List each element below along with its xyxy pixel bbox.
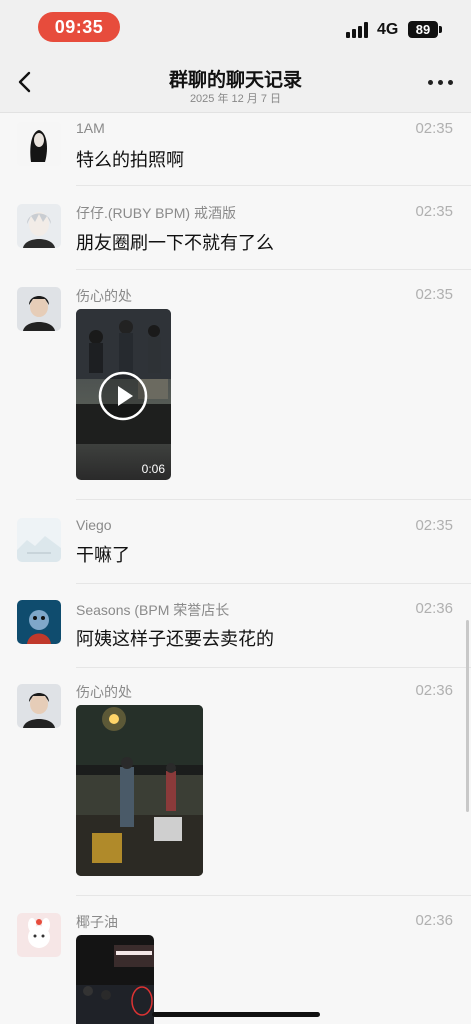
status-bar: 09:35 4G 89 [0,0,471,56]
image-thumbnail[interactable] [76,705,203,876]
message-time: 02:36 [415,912,453,929]
sender-name: Viego [76,517,112,533]
sender-name: 1AM [76,120,105,136]
avatar[interactable] [17,204,61,248]
message-item: Seasons (BPM 荣誉店长 02:36 阿姨这样子还要去卖花的 [0,584,471,668]
message-time: 02:35 [415,286,453,303]
sender-name: 仔仔.(RUBY BPM) 戒酒版 [76,205,236,221]
page-subtitle-date: 2025 年 12 月 7 日 [189,93,282,105]
avatar[interactable] [17,684,61,728]
image-thumbnail[interactable] [76,935,154,1024]
avatar[interactable] [17,122,61,166]
message-time: 02:35 [415,517,453,534]
message-time: 02:35 [415,203,453,220]
sender-name: 伤心的处 [76,288,132,304]
message-item: Viego 02:35 干嘛了 [0,500,471,584]
message-item: 伤心的处 02:35 0:06 [0,270,471,500]
video-thumbnail[interactable]: 0:06 [76,309,171,480]
cellular-signal-icon [346,22,370,38]
sender-name: 椰子油 [76,914,118,930]
message-text[interactable]: 阿姨这样子还要去卖花的 [76,625,274,651]
message-time: 02:36 [415,600,453,617]
nav-bar: 群聊的聊天记录 2025 年 12 月 7 日 [0,56,471,113]
avatar[interactable] [17,518,61,562]
battery-icon: 89 [408,21,442,38]
avatar[interactable] [17,913,61,957]
message-text[interactable]: 特么的拍照啊 [76,146,184,172]
network-type: 4G [377,21,399,38]
avatar[interactable] [17,287,61,331]
message-item: 仔仔.(RUBY BPM) 戒酒版 02:35 朋友圈刷一下不就有了么 [0,186,471,270]
more-icon [428,80,433,85]
home-indicator [152,1012,320,1017]
message-time: 02:35 [415,120,453,137]
battery-level: 89 [415,22,431,37]
message-item: 1AM 02:35 特么的拍照啊 [0,112,471,186]
scrollbar[interactable] [466,620,469,812]
video-duration: 0:06 [141,462,165,476]
message-text[interactable]: 干嘛了 [76,541,130,567]
sender-name: 伤心的处 [76,684,132,700]
play-icon [98,371,148,421]
sender-name: Seasons (BPM 荣誉店长 [76,602,230,618]
message-text[interactable]: 朋友圈刷一下不就有了么 [76,229,274,255]
status-time: 09:35 [38,12,120,42]
more-button[interactable] [428,80,454,88]
page-title: 群聊的聊天记录 [168,70,302,91]
message-time: 02:36 [415,682,453,699]
avatar[interactable] [17,600,61,644]
message-item: 椰子油 02:36 [0,896,471,1024]
message-item: 伤心的处 02:36 [0,668,471,896]
